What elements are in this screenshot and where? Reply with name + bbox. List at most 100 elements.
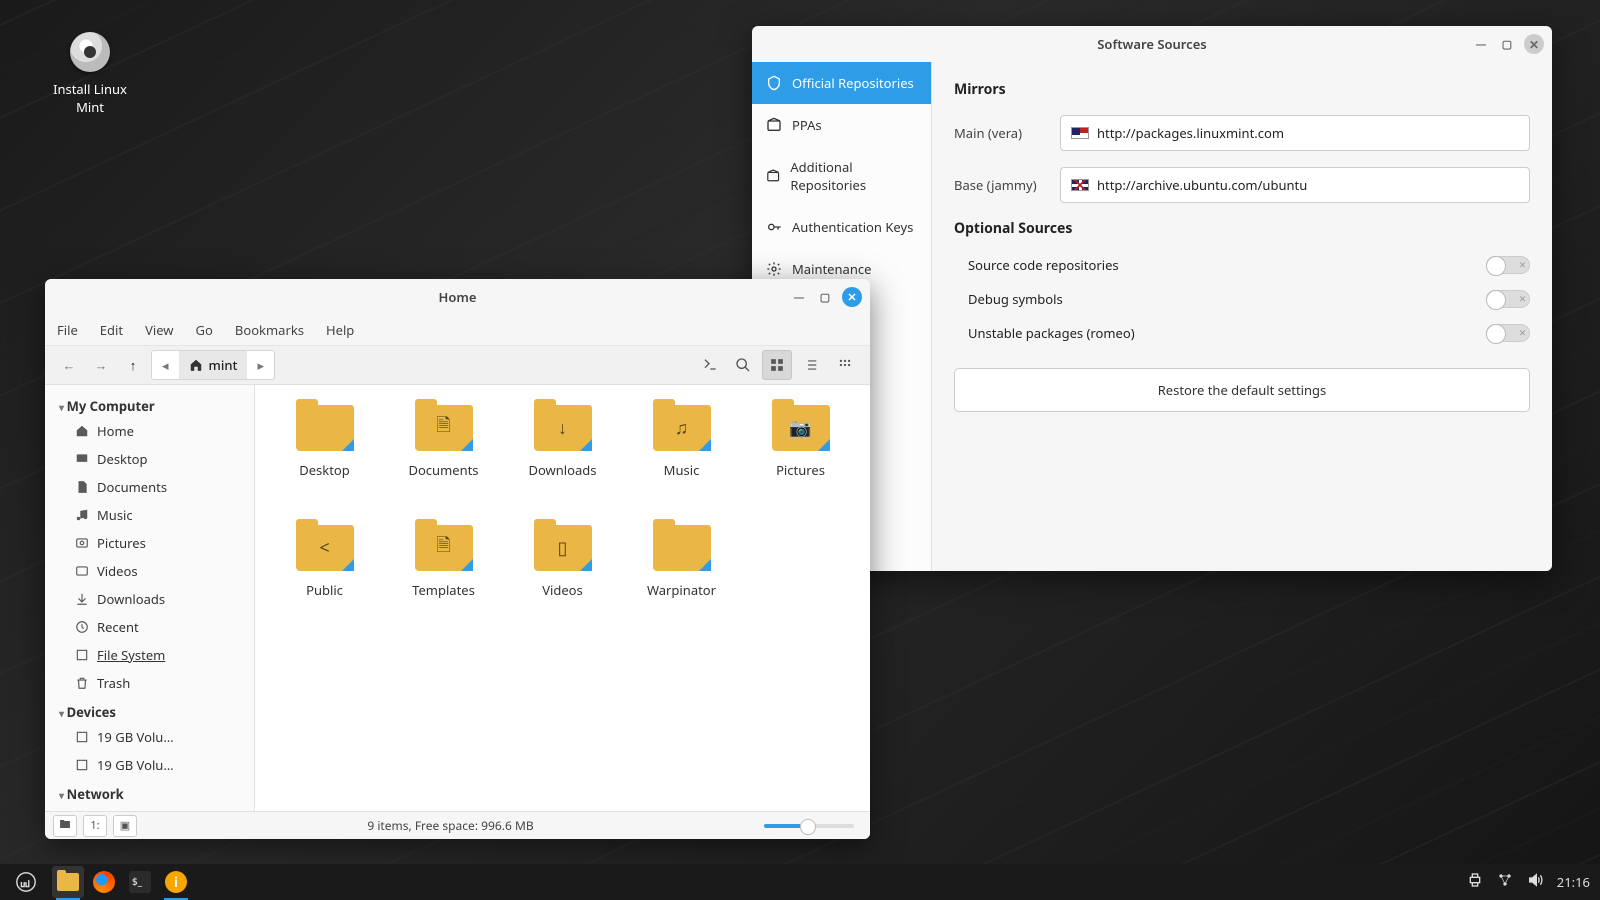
back-button[interactable]: ←: [55, 351, 83, 379]
side-desktop[interactable]: Desktop: [45, 445, 254, 473]
desktop-icon-install[interactable]: Install Linux Mint: [40, 32, 140, 116]
maximize-button[interactable]: ▢: [1498, 35, 1516, 53]
toggle-debug-switch[interactable]: [1486, 290, 1530, 308]
section-computer[interactable]: My Computer: [45, 391, 254, 417]
folder-documents[interactable]: 🗎Documents: [384, 405, 503, 525]
menu-file[interactable]: File: [57, 321, 78, 339]
ss-nav-label: Additional Repositories: [790, 158, 917, 194]
crumb-label: mint: [209, 356, 238, 374]
menu-go[interactable]: Go: [196, 321, 213, 339]
menu-help[interactable]: Help: [326, 321, 354, 339]
fm-sidebar[interactable]: My Computer Home Desktop Documents Music…: [45, 385, 255, 811]
clock[interactable]: 21:16: [1557, 873, 1590, 891]
close-button[interactable]: ✕: [1524, 34, 1544, 54]
sidebar-toggle-button[interactable]: ▣: [113, 815, 137, 837]
toggle-source-switch[interactable]: [1486, 256, 1530, 274]
toggle-romeo-switch[interactable]: [1486, 324, 1530, 342]
minimize-button[interactable]: —: [790, 288, 808, 306]
side-home[interactable]: Home: [45, 417, 254, 445]
restore-defaults-button[interactable]: Restore the default settings: [954, 368, 1530, 412]
section-network[interactable]: Network: [45, 779, 254, 805]
toggle-debug-label: Debug symbols: [954, 290, 1063, 308]
side-volume-2[interactable]: 19 GB Volu…: [45, 751, 254, 779]
breadcrumb: ◂ mint ▸: [151, 350, 275, 380]
side-documents[interactable]: Documents: [45, 473, 254, 501]
side-videos[interactable]: Videos: [45, 557, 254, 585]
network-icon[interactable]: [1497, 872, 1513, 892]
side-music[interactable]: Music: [45, 501, 254, 529]
task-files[interactable]: [52, 866, 84, 898]
forward-button[interactable]: →: [87, 351, 115, 379]
firefox-icon: [93, 871, 115, 893]
tree-toggle-button[interactable]: 1:: [83, 815, 107, 837]
menu-bookmarks[interactable]: Bookmarks: [235, 321, 304, 339]
folder-downloads[interactable]: ↓Downloads: [503, 405, 622, 525]
folder-videos[interactable]: ▯Videos: [503, 525, 622, 645]
volume-icon[interactable]: [1527, 872, 1543, 892]
maximize-button[interactable]: ▢: [816, 288, 834, 306]
menubar: File Edit View Go Bookmarks Help: [45, 315, 870, 345]
places-toggle-button[interactable]: 🖿: [53, 815, 77, 837]
ss-nav-ppas[interactable]: PPAs: [752, 104, 931, 146]
ss-nav-label: Official Repositories: [792, 74, 914, 92]
search-button[interactable]: [728, 350, 758, 380]
mirror-base-value: http://archive.ubuntu.com/ubuntu: [1097, 176, 1307, 194]
crumb-prev[interactable]: ◂: [152, 351, 179, 379]
printer-icon[interactable]: [1467, 872, 1483, 892]
ss-nav-label: PPAs: [792, 116, 822, 134]
ss-titlebar[interactable]: Software Sources — ▢ ✕: [752, 26, 1552, 62]
terminal-icon: $_: [129, 871, 151, 893]
folder-desktop[interactable]: Desktop: [265, 405, 384, 525]
side-pictures[interactable]: Pictures: [45, 529, 254, 557]
task-terminal[interactable]: $_: [124, 866, 156, 898]
toggle-romeo-label: Unstable packages (romeo): [954, 324, 1135, 342]
disc-icon: [70, 32, 110, 72]
mirrors-heading: Mirrors: [954, 80, 1530, 99]
folder-icon: [57, 873, 79, 891]
folder-pictures[interactable]: 📷Pictures: [741, 405, 860, 525]
optional-heading: Optional Sources: [954, 219, 1530, 238]
menu-button[interactable]: [10, 866, 42, 898]
zoom-slider[interactable]: [764, 824, 854, 828]
folder-templates[interactable]: 🗎Templates: [384, 525, 503, 645]
ss-nav-official[interactable]: Official Repositories: [752, 62, 931, 104]
ss-main: Mirrors Main (vera) http://packages.linu…: [932, 62, 1552, 571]
ss-nav-label: Maintenance: [792, 260, 871, 278]
folder-icon: ♫: [653, 405, 711, 451]
side-volume-1[interactable]: 19 GB Volu…: [45, 723, 254, 751]
side-recent[interactable]: Recent: [45, 613, 254, 641]
icon-view-button[interactable]: [762, 350, 792, 380]
open-terminal-button[interactable]: [694, 350, 724, 380]
crumb-current[interactable]: mint: [179, 351, 248, 379]
list-view-button[interactable]: [796, 350, 826, 380]
ss-title: Software Sources: [1097, 35, 1206, 53]
menu-view[interactable]: View: [145, 321, 173, 339]
side-filesystem[interactable]: File System: [45, 641, 254, 669]
fm-title: Home: [439, 288, 477, 306]
task-software-sources[interactable]: i: [160, 866, 192, 898]
section-devices[interactable]: Devices: [45, 697, 254, 723]
folder-music[interactable]: ♫Music: [622, 405, 741, 525]
file-grid[interactable]: Desktop 🗎Documents ↓Downloads ♫Music 📷Pi…: [255, 385, 870, 811]
folder-icon: ▯: [534, 525, 592, 571]
side-downloads[interactable]: Downloads: [45, 585, 254, 613]
close-button[interactable]: ✕: [842, 287, 862, 307]
minimize-button[interactable]: —: [1472, 35, 1490, 53]
menu-edit[interactable]: Edit: [100, 321, 123, 339]
folder-public[interactable]: <Public: [265, 525, 384, 645]
fm-titlebar[interactable]: Home — ▢ ✕: [45, 279, 870, 315]
folder-warpinator[interactable]: Warpinator: [622, 525, 741, 645]
up-button[interactable]: ↑: [119, 351, 147, 379]
side-trash[interactable]: Trash: [45, 669, 254, 697]
mirror-main-input[interactable]: http://packages.linuxmint.com: [1060, 115, 1530, 151]
desktop-icon-label: Install Linux Mint: [40, 80, 140, 116]
panel: $_ i 21:16: [0, 864, 1600, 900]
task-firefox[interactable]: [88, 866, 120, 898]
toggle-source-label: Source code repositories: [954, 256, 1119, 274]
compact-view-button[interactable]: [830, 350, 860, 380]
mirror-base-input[interactable]: http://archive.ubuntu.com/ubuntu: [1060, 167, 1530, 203]
ss-nav-additional[interactable]: Additional Repositories: [752, 146, 931, 206]
crumb-next[interactable]: ▸: [247, 351, 274, 379]
ss-nav-keys[interactable]: Authentication Keys: [752, 206, 931, 248]
mirror-base-label: Base (jammy): [954, 176, 1046, 194]
